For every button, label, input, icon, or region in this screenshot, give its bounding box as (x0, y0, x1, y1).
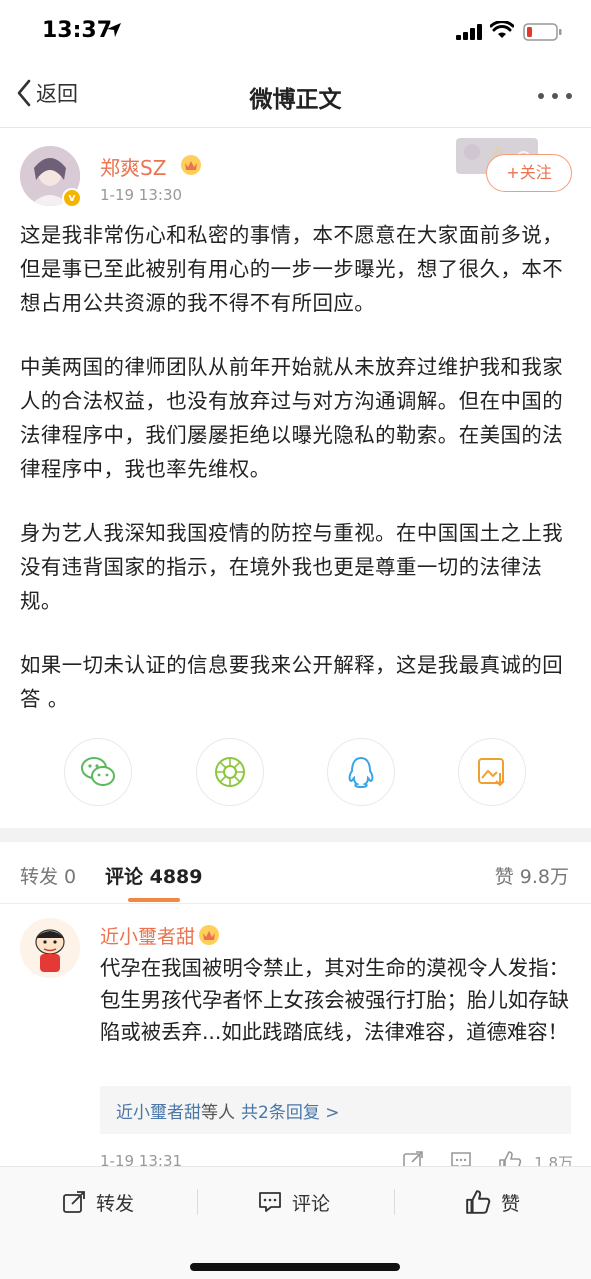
wechat-icon (81, 757, 115, 786)
bottom-action-bar: 转发 评论 赞 (0, 1166, 591, 1279)
like-button[interactable]: 赞 (465, 1185, 520, 1219)
reply-user-name[interactable]: 近小璽者甜 (116, 1103, 201, 1123)
signal-icon (456, 24, 482, 40)
tab-comments[interactable]: 评论 4889 (105, 862, 203, 889)
qq-icon (348, 756, 374, 789)
post-paragraph: 身为艺人我深知我国疫情的防控与重视。在中国国土之上我没有违背国家的指示，在境外我… (20, 521, 564, 613)
commenter-name[interactable]: 近小璽者甜 (100, 922, 195, 949)
share-icon (63, 1191, 85, 1213)
reply-suffix: 等人 (201, 1103, 235, 1123)
post-paragraph: 如果一切未认证的信息要我来公开解释，这是我最真诚的回答 。 (20, 653, 564, 711)
wifi-icon (490, 21, 514, 38)
post-body: 这是我非常伤心和私密的事情，本不愿意在大家面前多说，但是事已至此被别有用心的一步… (20, 218, 572, 746)
post-date: 1-19 13:30 (100, 186, 183, 204)
status-bar: 13:37 (0, 0, 591, 62)
share-moments-button[interactable] (196, 738, 264, 806)
tab-likes[interactable]: 赞 9.8万 (495, 862, 569, 889)
reply-count[interactable]: 共2条回复 > (241, 1103, 339, 1123)
like-label: 赞 (501, 1192, 521, 1215)
share-row (64, 738, 526, 808)
location-arrow-icon (107, 23, 121, 37)
battery-icon (523, 23, 562, 41)
nav-bar: 返回 微博正文 (0, 62, 591, 128)
share-qq-button[interactable] (327, 738, 395, 806)
commenter-avatar[interactable] (20, 918, 80, 978)
save-image-button[interactable] (458, 738, 526, 806)
tab-reposts[interactable]: 转发 0 (20, 862, 76, 889)
divider (197, 1189, 198, 1215)
post-paragraph: 这是我非常伤心和私密的事情，本不愿意在大家面前多说，但是事已至此被别有用心的一步… (20, 223, 564, 315)
post-paragraph: 中美两国的律师团队从前年开始就从未放弃过维护我和我家人的合法权益，也没有放弃过与… (20, 355, 564, 481)
comment-button[interactable]: 评论 (258, 1185, 330, 1219)
home-indicator (190, 1263, 400, 1271)
page-title: 微博正文 (249, 87, 342, 113)
save-image-icon (478, 758, 505, 787)
post-author: v 郑爽SZ 1-19 13:30 +关注 (20, 138, 575, 210)
divider (394, 1189, 395, 1215)
active-tab-indicator (128, 898, 180, 902)
like-icon (466, 1190, 491, 1214)
follow-button[interactable]: +关注 (486, 154, 572, 192)
repost-button[interactable]: 转发 (62, 1185, 134, 1219)
comment-icon (259, 1192, 281, 1212)
vip-crown-icon (199, 925, 219, 945)
weibo-post-page: 13:37 返回 微博正文 v 郑爽SZ 1-19 13:30 +关注 这是我非… (0, 0, 591, 1279)
more-dots-icon[interactable] (537, 92, 573, 100)
status-time: 13:37 (42, 18, 113, 43)
share-wechat-button[interactable] (64, 738, 132, 806)
comment-text: 代孕在我国被明令禁止，其对生命的漠视令人发指：包生男孩代孕者怀上女孩会被强行打胎… (100, 956, 569, 1044)
moments-icon (215, 757, 245, 787)
vip-crown-icon (181, 155, 201, 175)
comment-replies-link[interactable]: 近小璽者甜等人 共2条回复 > (100, 1086, 571, 1134)
avatar[interactable]: v (20, 146, 82, 208)
comment-label: 评论 (292, 1192, 331, 1215)
section-divider (0, 828, 591, 842)
repost-label: 转发 (96, 1192, 135, 1215)
engagement-tabs: 转发 0 评论 4889 赞 9.8万 (0, 842, 591, 904)
author-name[interactable]: 郑爽SZ (100, 152, 166, 181)
verified-badge: v (62, 188, 82, 208)
